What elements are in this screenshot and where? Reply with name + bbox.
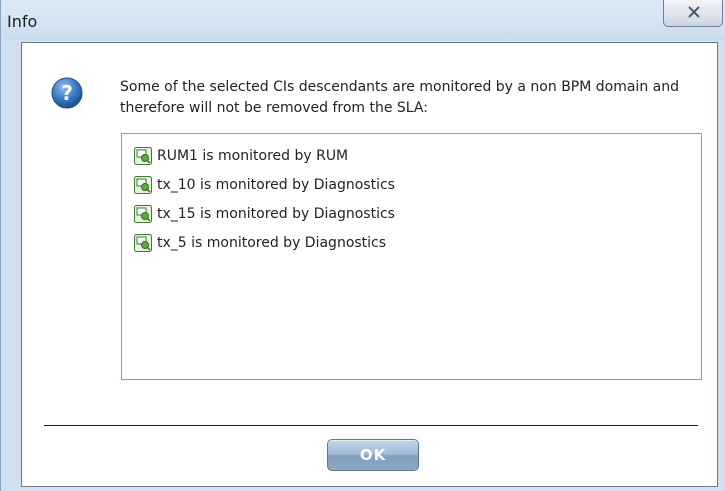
dialog-title: Info: [7, 12, 38, 31]
list-item-label: tx_15 is monitored by Diagnostics: [157, 206, 395, 222]
close-button[interactable]: [663, 0, 723, 27]
monitor-icon: [134, 234, 152, 252]
monitor-icon: [134, 176, 152, 194]
list-item-label: tx_10 is monitored by Diagnostics: [157, 177, 395, 193]
list-item[interactable]: RUM1 is monitored by RUM: [134, 145, 348, 167]
list-item[interactable]: tx_10 is monitored by Diagnostics: [134, 174, 395, 196]
button-separator: [44, 425, 698, 426]
list-item-label: tx_5 is monitored by Diagnostics: [157, 235, 387, 251]
list-item[interactable]: tx_5 is monitored by Diagnostics: [134, 232, 386, 254]
dialog-content: ? Some of the selected CIs descendants a…: [21, 42, 718, 487]
monitor-icon: [134, 147, 152, 165]
list-item-label: RUM1 is monitored by RUM: [157, 148, 349, 164]
info-dialog: Info ? Some of the selected CIs descenda…: [0, 0, 725, 491]
question-icon: ?: [51, 77, 83, 109]
list-item[interactable]: tx_15 is monitored by Diagnostics: [134, 203, 395, 225]
close-icon: [688, 6, 700, 18]
ok-button[interactable]: OK: [327, 439, 419, 471]
monitored-items-list[interactable]: RUM1 is monitored by RUM tx_10 is monito…: [121, 133, 702, 380]
svg-text:?: ?: [61, 81, 73, 105]
message-text: Some of the selected CIs descendants are…: [120, 79, 679, 116]
title-bar[interactable]: Info: [1, 0, 725, 40]
monitor-icon: [134, 205, 152, 223]
